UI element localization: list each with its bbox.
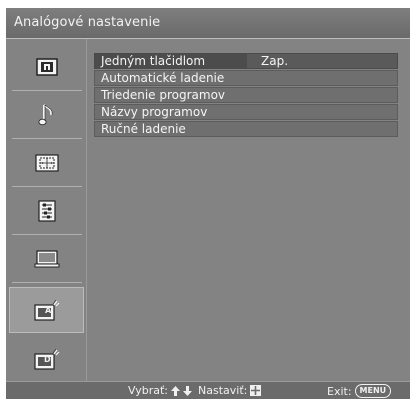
footer-bar: Vybrať: Nastaviť: Exit: MENU — [6, 381, 410, 399]
sidebar-separator — [12, 186, 82, 187]
exit-label: Exit: — [327, 384, 352, 398]
settings-list-icon — [37, 199, 56, 222]
sidebar-separator — [12, 138, 82, 139]
sidebar-item-pc[interactable] — [9, 237, 84, 280]
set-label: Nastaviť: — [198, 384, 248, 397]
menu-item-label: Názvy programov — [101, 105, 208, 119]
menu-item-label: Automatické ladenie — [101, 71, 225, 85]
analog-setup-glyph: A — [45, 306, 52, 315]
sound-icon — [38, 103, 52, 125]
sidebar-item-digital-setup[interactable]: D — [9, 337, 84, 380]
select-hint: Vybrať: Nastaviť: — [128, 384, 262, 397]
menu-item-value: Zap. — [261, 54, 289, 68]
menu-item-program-sorting[interactable]: Triedenie programov — [94, 87, 398, 103]
title-bar: Analógové nastavenie — [6, 8, 410, 39]
menu-item-label: Ručné ladenie — [101, 122, 186, 136]
menu-item-program-labels[interactable]: Názvy programov — [94, 104, 398, 120]
menu-item-label: Triedenie programov — [101, 88, 226, 102]
sidebar: A D — [6, 39, 87, 381]
menu-item-manual-tuning[interactable]: Ručné ladenie — [94, 121, 398, 137]
sidebar-separator — [12, 282, 82, 283]
sidebar-item-setup[interactable] — [9, 189, 84, 232]
settings-menu: Jedným tlačidlom Zap. Automatické ladeni… — [94, 53, 398, 138]
menu-key-icon: MENU — [354, 384, 392, 398]
sidebar-divider — [86, 39, 87, 381]
screen-icon — [34, 153, 59, 172]
exit-hint: Exit: MENU — [327, 384, 392, 398]
pc-monitor-icon — [34, 249, 59, 267]
sidebar-item-screen[interactable] — [9, 141, 84, 184]
arrow-down-icon — [183, 385, 193, 396]
sidebar-item-picture[interactable] — [9, 45, 84, 88]
enter-plus-icon — [250, 385, 262, 396]
sidebar-separator — [12, 90, 82, 91]
arrow-up-icon — [171, 385, 181, 396]
menu-item-auto-tuning[interactable]: Automatické ladenie — [94, 70, 398, 86]
sidebar-item-analog-setup[interactable]: A — [9, 287, 84, 333]
menu-item-label: Jedným tlačidlom — [101, 54, 206, 68]
picture-icon — [35, 57, 58, 76]
sidebar-item-sound[interactable] — [9, 93, 84, 136]
sidebar-separator — [12, 234, 82, 235]
menu-item-one-touch[interactable]: Jedným tlačidlom Zap. — [94, 53, 398, 69]
digital-setup-glyph: D — [44, 355, 51, 364]
page-title: Analógové nastavenie — [14, 15, 161, 30]
tv-menu-screen: Analógové nastavenie A D Jedným tlačidlo… — [6, 8, 410, 399]
select-label: Vybrať: — [128, 384, 169, 397]
